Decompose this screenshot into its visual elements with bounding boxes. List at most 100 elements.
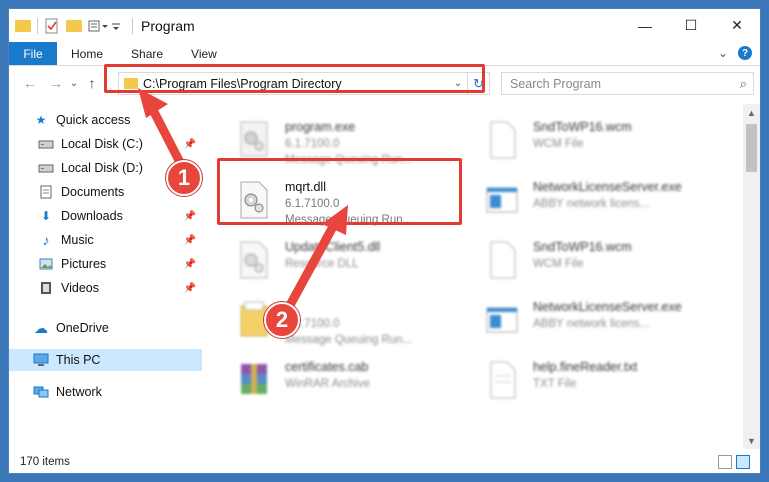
downloads-icon: ⬇ — [40, 209, 52, 223]
tab-file[interactable]: File — [9, 42, 57, 65]
tab-view[interactable]: View — [177, 42, 231, 65]
computer-icon — [33, 353, 49, 367]
sidebar-item-label: Pictures — [61, 257, 107, 271]
sidebar-item-label: OneDrive — [56, 321, 109, 335]
onedrive-icon: ☁ — [34, 319, 48, 336]
ribbon-right: ⌄ ? — [718, 46, 752, 60]
sidebar-item-network[interactable]: Network — [9, 381, 202, 403]
customize-toolbar-icon[interactable] — [88, 18, 108, 34]
scroll-up-icon[interactable]: ▲ — [743, 104, 760, 121]
properties-icon[interactable] — [44, 18, 60, 34]
close-button[interactable]: ✕ — [714, 9, 760, 42]
tab-share[interactable]: Share — [117, 42, 177, 65]
blank-file-icon — [485, 120, 519, 160]
folder-icon — [15, 18, 31, 34]
sidebar-item-label: This PC — [56, 353, 101, 367]
sidebar-item-quick-access[interactable]: ★ Quick access — [9, 109, 202, 131]
file-name: NetworkLicenseServer.exe — [533, 300, 682, 314]
file-type: WCM File — [533, 138, 584, 150]
step-badge-1: 1 — [166, 160, 202, 196]
back-button[interactable]: ← — [19, 72, 41, 94]
file-item-help-finereader-txt[interactable]: help.fineReader.txt TXT File — [465, 354, 710, 410]
sidebar-item-this-pc[interactable]: This PC — [9, 349, 202, 371]
file-item-sndtowp16-wcm[interactable]: SndToWP16.wcm WCM File — [465, 114, 710, 170]
file-item-updateclient5-dll[interactable]: UpdateClient5.dll Resource DLL — [217, 234, 462, 290]
sidebar-item-onedrive[interactable]: ☁ OneDrive — [9, 317, 202, 339]
window-controls: — ☐ ✕ — [622, 9, 760, 42]
expand-ribbon-icon[interactable]: ⌄ — [718, 46, 728, 60]
network-icon — [33, 385, 49, 399]
sidebar-item-label: Local Disk (C:) — [61, 137, 143, 151]
file-name: help.fineReader.txt — [533, 360, 638, 374]
file-name: SndToWP16.wcm — [533, 120, 632, 134]
dropdown-arrow-icon[interactable] — [110, 18, 126, 34]
pin-icon[interactable]: 📌 — [184, 283, 196, 294]
status-bar: 170 items — [9, 451, 760, 473]
sidebar-item-label: Documents — [61, 185, 125, 199]
title-bar: Program — ☐ ✕ — [9, 9, 760, 42]
search-icon[interactable]: ⌕ — [740, 76, 747, 92]
forward-button[interactable]: → — [45, 72, 67, 94]
blank-file-icon — [485, 240, 519, 280]
sidebar-item-pictures[interactable]: Pictures 📌 — [9, 253, 202, 275]
search-placeholder: Search Program — [510, 76, 602, 91]
search-input[interactable]: Search Program ⌕ — [501, 72, 754, 95]
star-icon: ★ — [35, 113, 47, 127]
file-description: ABBY network licens... — [533, 318, 650, 330]
file-item-networklicenseserver-exe-2[interactable]: NetworkLicenseServer.exe ABBY network li… — [465, 294, 710, 350]
toolbar-separator — [132, 17, 133, 34]
file-item-sndtowp16-wcm-2[interactable]: SndToWP16.wcm WCM File — [465, 234, 710, 290]
music-icon: ♪ — [42, 232, 50, 248]
file-type: WCM File — [533, 258, 584, 270]
sidebar-item-label: Music — [61, 233, 94, 247]
pin-icon[interactable]: 📌 — [184, 211, 196, 222]
window-title: Program — [141, 17, 195, 34]
file-name: certificates.cab — [285, 360, 369, 374]
highlight-address-box — [104, 64, 485, 93]
file-version: 6.1.7100.0 — [285, 138, 340, 150]
file-type: WinRAR Archive — [285, 378, 370, 390]
file-name: program.exe — [285, 120, 356, 134]
file-name: NetworkLicenseServer.exe — [533, 180, 682, 194]
documents-icon — [38, 185, 54, 199]
window-exe-icon — [485, 180, 519, 220]
videos-icon — [38, 281, 54, 295]
maximize-button[interactable]: ☐ — [668, 9, 714, 42]
toolbar-separator — [37, 17, 38, 34]
step-badge-2: 2 — [264, 302, 300, 338]
drive-icon — [38, 161, 54, 175]
sidebar-item-local-disk-c[interactable]: Local Disk (C:) 📌 — [9, 133, 202, 155]
recent-locations-button[interactable]: ⌄ — [67, 72, 81, 94]
file-description: Message Queuing Run... — [285, 334, 413, 346]
tab-home[interactable]: Home — [57, 42, 117, 65]
minimize-button[interactable]: — — [622, 9, 668, 42]
scroll-down-icon[interactable]: ▼ — [743, 432, 760, 449]
sidebar-item-label: Local Disk (D:) — [61, 161, 143, 175]
pin-icon[interactable]: 📌 — [184, 139, 196, 150]
new-folder-icon[interactable] — [66, 18, 82, 34]
file-name: UpdateClient5.dll — [285, 240, 381, 254]
file-type: Resource DLL — [285, 258, 359, 270]
scroll-thumb[interactable] — [746, 124, 757, 172]
window-exe-icon — [485, 300, 519, 340]
file-item-obscured[interactable]: ... 6.1.7100.0 Message Queuing Run... — [217, 294, 462, 350]
item-count: 170 items — [20, 456, 70, 468]
sidebar-item-downloads[interactable]: ⬇ Downloads 📌 — [9, 205, 202, 227]
pin-icon[interactable]: 📌 — [184, 259, 196, 270]
quick-access-toolbar — [15, 17, 133, 34]
details-view-icon[interactable] — [718, 455, 732, 469]
pin-icon[interactable]: 📌 — [184, 235, 196, 246]
sidebar-item-label: Videos — [61, 281, 99, 295]
file-item-certificates-cab[interactable]: certificates.cab WinRAR Archive — [217, 354, 462, 410]
text-file-icon — [485, 360, 519, 400]
sidebar-item-music[interactable]: ♪ Music 📌 — [9, 229, 202, 251]
file-list: program.exe 6.1.7100.0 Message Queuing R… — [207, 104, 739, 449]
help-icon[interactable]: ? — [738, 46, 752, 60]
vertical-scrollbar[interactable]: ▲ ▼ — [743, 104, 760, 449]
sidebar-item-label: Downloads — [61, 209, 123, 223]
up-button[interactable]: ↑ — [81, 72, 103, 94]
tiles-view-icon[interactable] — [736, 455, 750, 469]
drive-icon — [38, 137, 54, 151]
file-item-networklicenseserver-exe[interactable]: NetworkLicenseServer.exe ABBY network li… — [465, 174, 710, 230]
sidebar-item-videos[interactable]: Videos 📌 — [9, 277, 202, 299]
